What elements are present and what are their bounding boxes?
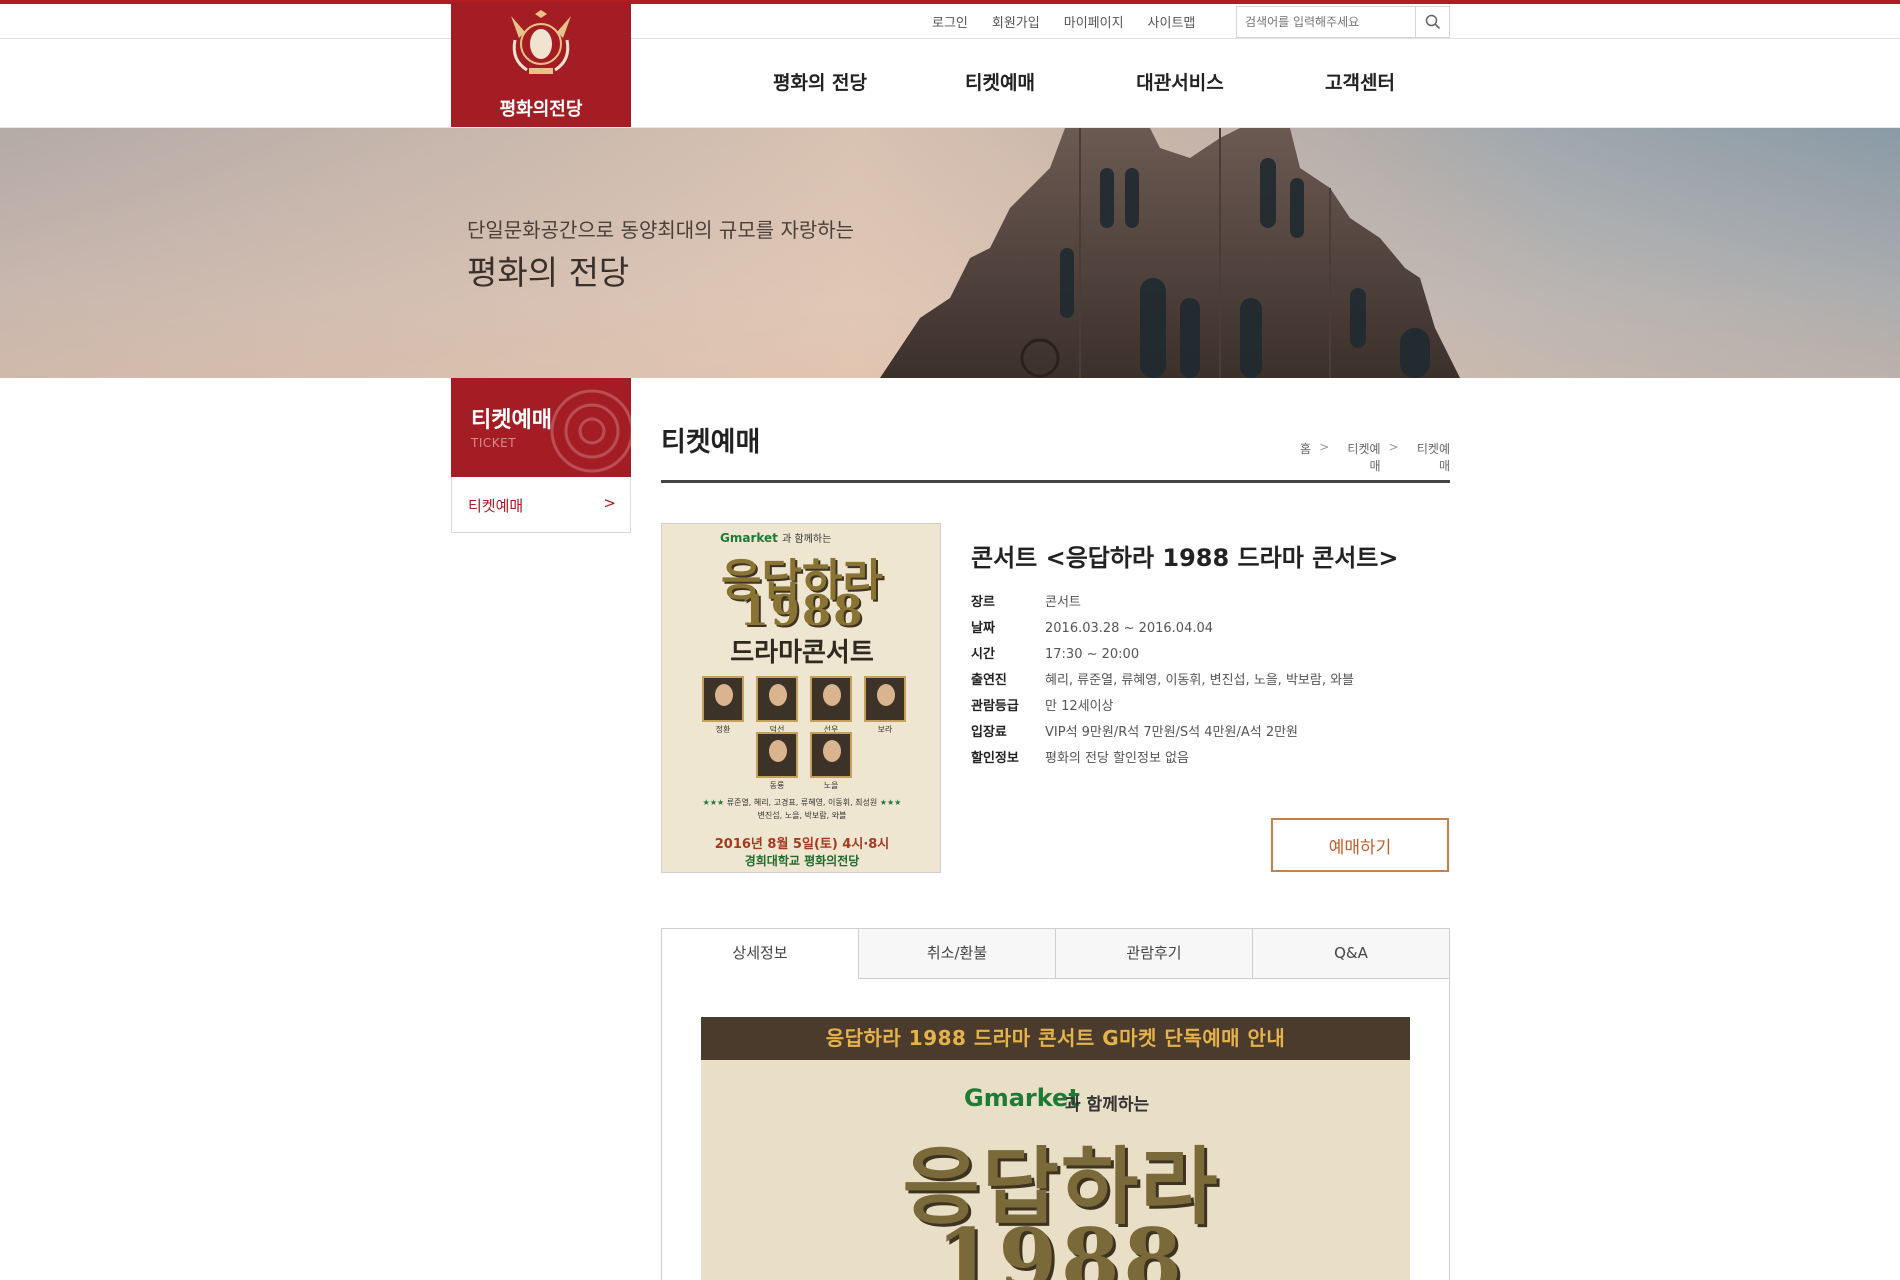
cast-photo xyxy=(810,732,852,778)
hero-subtitle: 단일문화공간으로 동양최대의 규모를 자랑하는 xyxy=(467,218,855,242)
info-value: 혜리, 류준열, 류혜영, 이동휘, 변진섭, 노을, 박보람, 와블 xyxy=(1045,673,1355,688)
nav-customer-center[interactable]: 고객센터 xyxy=(1270,68,1450,95)
breadcrumb-home[interactable]: 홈 xyxy=(1300,440,1311,474)
info-row-cast: 출연진 혜리, 류준열, 류혜영, 이동휘, 변진섭, 노을, 박보람, 와블 xyxy=(971,668,1354,694)
nav-ticket[interactable]: 티켓예매 xyxy=(910,68,1090,95)
info-value: 17:30 ~ 20:00 xyxy=(1045,647,1140,662)
info-value: 평화의 전당 할인정보 없음 xyxy=(1045,751,1189,766)
info-row-discount: 할인정보 평화의 전당 할인정보 없음 xyxy=(971,746,1354,772)
info-row-genre: 장르 콘서트 xyxy=(971,590,1354,616)
detail-tabs: 상세정보 취소/환불 관람후기 Q&A xyxy=(661,928,1450,979)
cast-caption: 노을 xyxy=(823,781,839,790)
breadcrumb: 홈 > 티켓예매 > 티켓예매 xyxy=(1300,440,1450,474)
book-button[interactable]: 예매하기 xyxy=(1271,818,1449,872)
search-input[interactable] xyxy=(1237,7,1417,37)
info-label: 시간 xyxy=(971,647,995,662)
tab-qna[interactable]: Q&A xyxy=(1253,929,1450,979)
info-value: 만 12세이상 xyxy=(1045,699,1114,714)
cast-photo xyxy=(756,676,798,722)
poster-title-line2: 1988 xyxy=(739,586,865,635)
breadcrumb-separator: > xyxy=(1388,440,1399,454)
tab-reviews[interactable]: 관람후기 xyxy=(1056,929,1253,979)
info-value: VIP석 9만원/R석 7만원/S석 4만원/A석 2만원 xyxy=(1045,725,1299,740)
info-label: 날짜 xyxy=(971,621,995,636)
info-row-time: 시간 17:30 ~ 20:00 xyxy=(971,642,1354,668)
detail-sponsor-logo: Gmarket xyxy=(964,1084,1080,1112)
cast-photo xyxy=(702,676,744,722)
info-value: 2016.03.28 ~ 2016.04.04 xyxy=(1045,621,1214,636)
info-row-rating: 관람등급 만 12세이상 xyxy=(971,694,1354,720)
utility-nav: 로그인 회원가입 마이페이지 사이트맵 xyxy=(920,4,1207,38)
tab-cancel-refund[interactable]: 취소/환불 xyxy=(859,929,1056,979)
info-value: 콘서트 xyxy=(1045,595,1081,610)
detail-poster-image: Gmarket 과 함께하는 응답하라 1988 xyxy=(701,1060,1410,1280)
chevron-right-icon: > xyxy=(603,494,616,512)
hero-banner: 단일문화공간으로 동양최대의 규모를 자랑하는 평화의 전당 xyxy=(0,128,1900,378)
poster-venue: 경희대학교 평화의전당 xyxy=(744,854,860,868)
info-label: 출연진 xyxy=(971,673,1007,688)
info-label: 관람등급 xyxy=(971,699,1019,714)
nav-rental[interactable]: 대관서비스 xyxy=(1090,68,1270,95)
signup-link[interactable]: 회원가입 xyxy=(992,12,1040,31)
info-label: 할인정보 xyxy=(971,751,1019,766)
nav-peace-hall[interactable]: 평화의 전당 xyxy=(730,68,910,95)
sidebar-item-ticket[interactable]: 티켓예매 > xyxy=(451,477,631,533)
mypage-link[interactable]: 마이페이지 xyxy=(1064,12,1124,31)
show-info-table: 장르 콘서트 날짜 2016.03.28 ~ 2016.04.04 시간 17:… xyxy=(971,590,1354,772)
info-label: 장르 xyxy=(971,595,995,610)
cast-caption: 보라 xyxy=(877,725,893,734)
sidebar-item-label: 티켓예매 xyxy=(468,497,524,515)
info-row-date: 날짜 2016.03.28 ~ 2016.04.04 xyxy=(971,616,1354,642)
detail-title-line2: 1988 xyxy=(936,1210,1186,1280)
sidebar-title-text: 티켓예매 xyxy=(471,408,552,433)
tab-details[interactable]: 상세정보 xyxy=(662,929,859,979)
search-icon xyxy=(1425,14,1440,30)
info-row-price: 입장료 VIP석 9만원/R석 7만원/S석 4만원/A석 2만원 xyxy=(971,720,1354,746)
cast-caption: 동룡 xyxy=(769,781,785,790)
breadcrumb-item[interactable]: 티켓예매 xyxy=(1337,440,1380,474)
detail-sponsor-suffix: 과 함께하는 xyxy=(1065,1095,1150,1115)
cathedral-image xyxy=(880,128,1460,378)
poster-cast-list: ★★★ 류준열, 혜리, 고경표, 류혜영, 이동휘, 최성원 ★★★ 변진섭,… xyxy=(702,798,902,820)
title-divider xyxy=(661,480,1450,483)
main-nav: 평화의 전당 티켓예매 대관서비스 고객센터 xyxy=(730,68,1450,95)
breadcrumb-current: 티켓예매 xyxy=(1416,442,1450,473)
poster-date: 2016년 8월 5일(토) 4시·8시 xyxy=(714,837,890,852)
breadcrumb-separator: > xyxy=(1319,440,1330,454)
search-box xyxy=(1236,6,1450,38)
show-title: 콘서트 <응답하라 1988 드라마 콘서트> xyxy=(971,544,1399,572)
cast-caption: 정환 xyxy=(715,725,731,734)
logo-text: 평화의전당 xyxy=(499,99,583,120)
sidebar-title: 티켓예매 TICKET xyxy=(451,378,631,477)
cast-photo xyxy=(810,676,852,722)
sitemap-link[interactable]: 사이트맵 xyxy=(1148,12,1196,31)
poster-sponsor: Gmarket 과 함께하는 xyxy=(720,531,832,545)
sidebar-subtitle: TICKET xyxy=(471,436,517,450)
search-button[interactable] xyxy=(1415,7,1449,37)
poster-title-line3: 드라마콘서트 xyxy=(730,638,874,668)
site-logo[interactable]: 평화의전당 xyxy=(451,2,631,127)
emblem-icon xyxy=(511,10,571,74)
info-label: 입장료 xyxy=(971,725,1007,740)
show-poster: Gmarket 과 함께하는 응답하라 1988 드라마콘서트 정환 덕선 선우… xyxy=(661,523,941,873)
cast-photo xyxy=(864,676,906,722)
detail-banner: 응답하라 1988 드라마 콘서트 G마켓 단독예매 안내 xyxy=(701,1017,1410,1060)
page-title: 티켓예매 xyxy=(661,427,761,458)
flower-pattern-icon xyxy=(550,389,631,473)
hero-title: 평화의 전당 xyxy=(467,253,630,292)
util-separator xyxy=(0,38,1900,39)
cast-photo xyxy=(756,732,798,778)
login-link[interactable]: 로그인 xyxy=(932,12,968,31)
